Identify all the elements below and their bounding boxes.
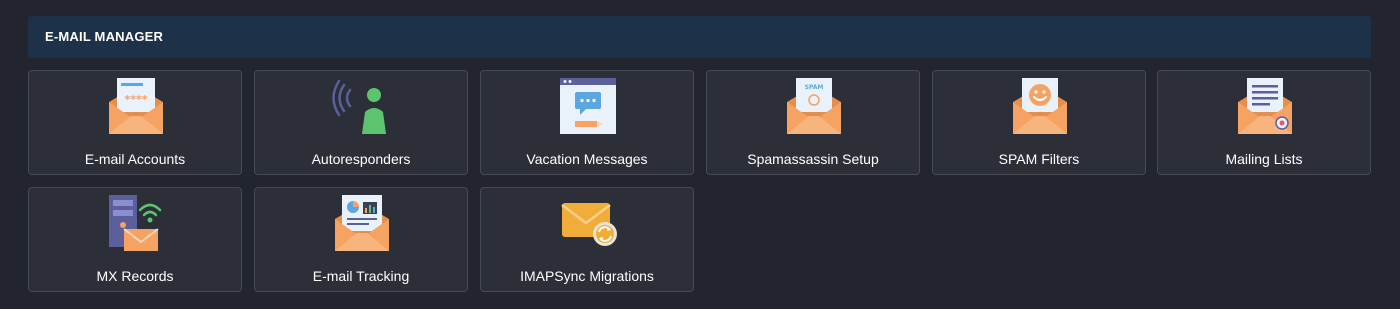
tile-spamassassin-setup[interactable]: SPAM Spamassassin Setup bbox=[706, 70, 920, 175]
spamassassin-icon: SPAM bbox=[787, 78, 841, 134]
tile-label: MX Records bbox=[96, 268, 174, 284]
tile-autoresponders[interactable]: Autoresponders bbox=[254, 70, 468, 175]
imapsync-icon bbox=[561, 203, 617, 246]
tile-imapsync-migrations[interactable]: IMAPSync Migrations bbox=[480, 187, 694, 292]
email-manager-panel: E-MAIL MANAGER **** E-mail Accounts Auto… bbox=[28, 16, 1371, 309]
tile-label: E-mail Accounts bbox=[84, 151, 186, 167]
tile-mailing-lists[interactable]: Mailing Lists bbox=[1157, 70, 1371, 175]
tile-label: Mailing Lists bbox=[1225, 151, 1303, 167]
spam-filter-icon bbox=[1013, 78, 1067, 134]
tile-email-tracking[interactable]: E-mail Tracking bbox=[254, 187, 468, 292]
tile-label: SPAM Filters bbox=[998, 151, 1080, 167]
tile-label: Autoresponders bbox=[311, 151, 411, 167]
email-accounts-icon: **** bbox=[109, 78, 163, 134]
svg-text:****: **** bbox=[124, 93, 147, 106]
tile-mx-records[interactable]: MX Records bbox=[28, 187, 242, 292]
mx-records-icon bbox=[109, 195, 162, 251]
email-tracking-icon bbox=[335, 195, 389, 251]
tile-email-accounts[interactable]: **** E-mail Accounts bbox=[28, 70, 242, 175]
autoresponder-icon bbox=[332, 79, 386, 134]
tile-label: Vacation Messages bbox=[526, 151, 648, 167]
tile-label: E-mail Tracking bbox=[312, 268, 410, 284]
tile-vacation-messages[interactable]: Vacation Messages bbox=[480, 70, 694, 175]
vacation-message-icon bbox=[560, 78, 616, 134]
tile-spam-filters[interactable]: SPAM Filters bbox=[932, 70, 1146, 175]
svg-text:SPAM: SPAM bbox=[805, 84, 824, 91]
panel-title: E-MAIL MANAGER bbox=[28, 16, 1371, 58]
mailing-list-icon bbox=[1238, 78, 1292, 134]
tile-label: IMAPSync Migrations bbox=[520, 268, 654, 284]
tile-label: Spamassassin Setup bbox=[747, 151, 879, 167]
